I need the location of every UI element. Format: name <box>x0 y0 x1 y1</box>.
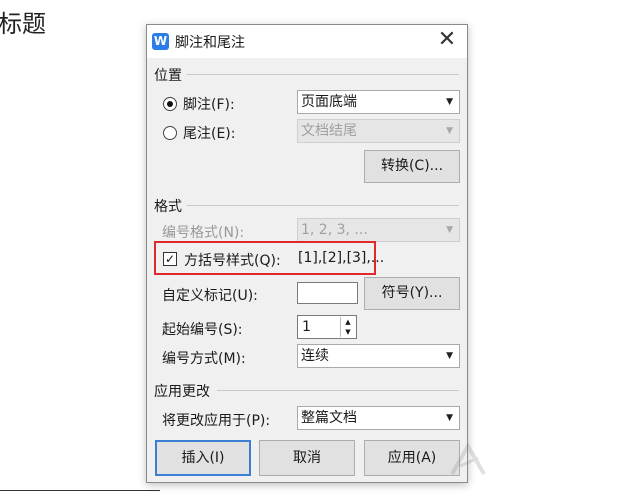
custom-mark-input[interactable] <box>297 282 358 304</box>
numbering-select[interactable]: 连续 ▼ <box>297 344 460 368</box>
format-section-label: 格式 <box>154 199 182 215</box>
start-number-label: 起始编号(S): <box>162 322 243 338</box>
endnote-radio[interactable] <box>163 126 177 140</box>
apply-to-value: 整篇文档 <box>301 410 357 426</box>
symbol-button[interactable]: 符号(Y)... <box>364 277 460 310</box>
highlight-box <box>154 241 376 275</box>
chevron-down-icon: ▼ <box>446 97 453 107</box>
format-section-divider <box>187 205 459 206</box>
wps-app-icon: W <box>152 33 169 50</box>
dialog-title: 脚注和尾注 <box>175 35 245 51</box>
footnote-radio-label: 脚注(F): <box>183 97 235 113</box>
number-format-select: 1, 2, 3, ... ▼ <box>297 218 460 242</box>
chevron-down-icon: ▼ <box>446 413 453 423</box>
stepper-down-icon[interactable]: ▼ <box>341 327 355 337</box>
footnote-radio-row[interactable]: 脚注(F): <box>163 94 235 114</box>
numbering-value: 连续 <box>301 348 329 364</box>
close-icon[interactable]: ✕ <box>435 29 459 53</box>
convert-button[interactable]: 转换(C)... <box>364 150 460 183</box>
endnote-radio-label: 尾注(E): <box>183 126 236 142</box>
chevron-down-icon: ▼ <box>446 351 453 361</box>
watermark-logo <box>450 441 486 475</box>
start-number-stepper[interactable]: 1 ▲ ▼ <box>297 315 357 339</box>
footnote-radio[interactable] <box>163 97 177 111</box>
stepper-arrows[interactable]: ▲ ▼ <box>340 317 355 337</box>
number-format-label: 编号格式(N): <box>162 225 245 241</box>
position-section-divider <box>187 74 459 75</box>
document-heading: 标题 <box>0 10 46 38</box>
insert-button[interactable]: 插入(I) <box>155 440 251 476</box>
apply-button[interactable]: 应用(A) <box>364 440 460 476</box>
apply-to-label: 将更改应用于(P): <box>162 413 271 429</box>
apply-changes-section-divider <box>217 390 459 391</box>
chevron-down-icon: ▼ <box>446 126 453 136</box>
footnote-location-value: 页面底端 <box>301 94 357 110</box>
document-divider <box>0 490 160 491</box>
cancel-button[interactable]: 取消 <box>259 440 355 476</box>
start-number-value: 1 <box>302 319 311 335</box>
endnote-radio-row[interactable]: 尾注(E): <box>163 123 236 143</box>
position-section-label: 位置 <box>154 68 182 84</box>
footnote-location-select[interactable]: 页面底端 ▼ <box>297 90 460 114</box>
endnote-location-value: 文档结尾 <box>301 123 357 139</box>
apply-changes-section-label: 应用更改 <box>154 384 210 400</box>
numbering-label: 编号方式(M): <box>162 351 246 367</box>
chevron-down-icon: ▼ <box>446 225 453 235</box>
endnote-location-select: 文档结尾 ▼ <box>297 119 460 143</box>
dialog-titlebar[interactable]: W 脚注和尾注 ✕ <box>147 25 467 58</box>
stepper-up-icon[interactable]: ▲ <box>341 317 355 327</box>
custom-mark-label: 自定义标记(U): <box>162 288 258 304</box>
apply-to-select[interactable]: 整篇文档 ▼ <box>297 406 460 430</box>
number-format-value: 1, 2, 3, ... <box>301 222 368 238</box>
